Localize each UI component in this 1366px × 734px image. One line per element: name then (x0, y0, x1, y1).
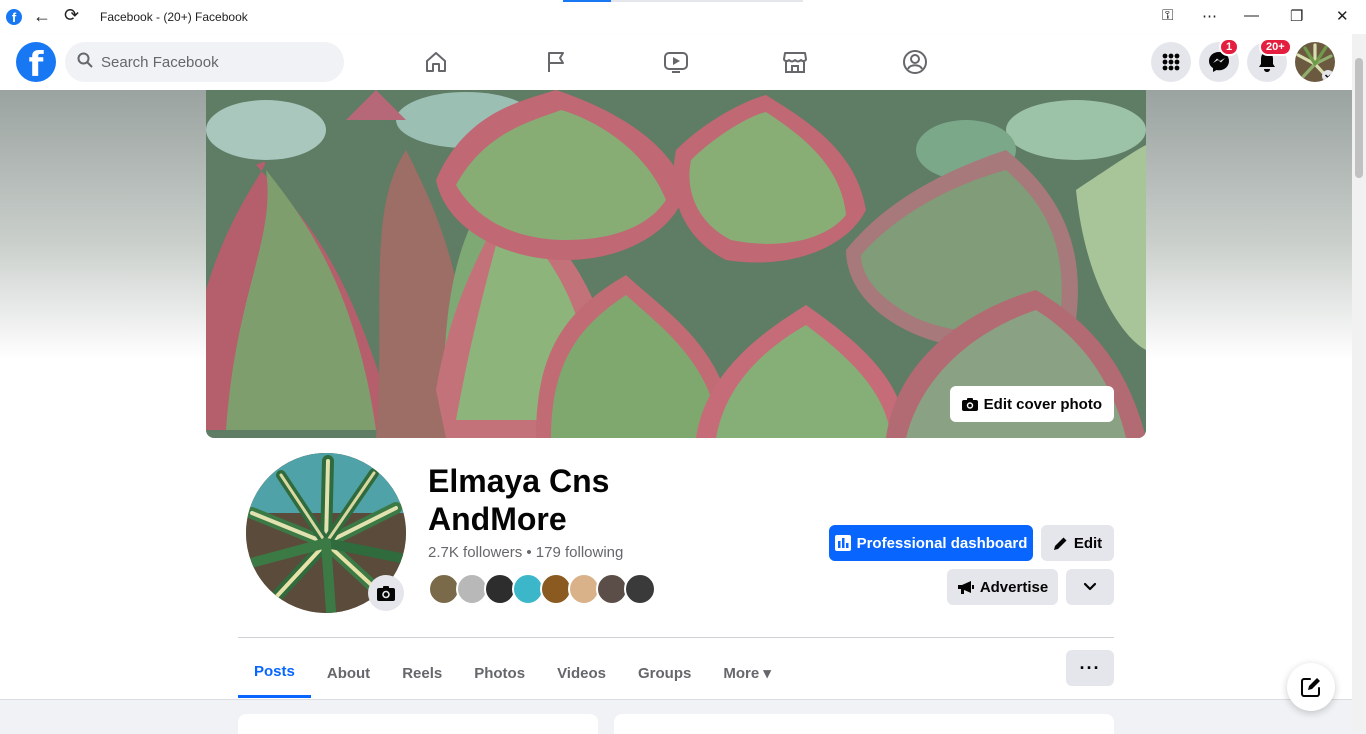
intro-card (238, 714, 598, 734)
update-profile-picture-button[interactable] (368, 575, 404, 611)
menu-grid-button[interactable] (1151, 42, 1191, 82)
notifications-button[interactable]: 20+ (1247, 38, 1292, 82)
advertise-button[interactable]: Advertise (947, 569, 1058, 605)
camera-icon (961, 398, 978, 411)
professional-dashboard-button[interactable]: Professional dashboard (829, 525, 1033, 561)
profile-name-line2: AndMore (428, 501, 567, 537)
tab-about[interactable]: About (311, 648, 386, 698)
edit-label: Edit (1073, 534, 1103, 552)
tab-posts[interactable]: Posts (238, 648, 311, 698)
tab-more[interactable]: More ▾ (707, 648, 787, 698)
close-icon[interactable]: ✕ (1336, 7, 1349, 25)
groups-icon[interactable] (901, 48, 929, 76)
more-horizontal-icon[interactable]: ⋯ (1202, 7, 1217, 25)
facebook-logo[interactable]: f (16, 42, 56, 85)
tab-videos[interactable]: Videos (541, 648, 622, 698)
chevron-down-icon (1083, 582, 1097, 591)
professional-dashboard-label: Professional dashboard (856, 534, 1028, 552)
grid-icon (1162, 53, 1180, 71)
flag-icon[interactable] (542, 48, 570, 76)
tab-groups[interactable]: Groups (622, 648, 707, 698)
page-scrollbar[interactable] (1352, 34, 1366, 731)
compose-icon (1301, 678, 1320, 697)
search-placeholder: Search Facebook (101, 53, 219, 71)
profile-tabs: Posts About Reels Photos Videos Groups More ▾ (238, 648, 787, 698)
scrollbar-thumb[interactable] (1355, 58, 1363, 178)
cover-photo[interactable]: Edit cover photo (206, 90, 1146, 438)
video-icon[interactable] (662, 48, 690, 76)
restore-icon[interactable]: ❐ (1290, 7, 1303, 25)
edit-profile-button[interactable]: Edit (1041, 525, 1114, 561)
search-icon (77, 52, 93, 72)
top-navigation-bar: f Search Facebook 1 20+ (0, 34, 1352, 90)
search-input[interactable]: Search Facebook (65, 42, 344, 82)
profile-divider (238, 637, 1114, 638)
back-arrow-icon[interactable]: ← (33, 6, 51, 27)
friend-avatar[interactable] (624, 573, 656, 605)
profile-name-line1: Elmaya Cns (428, 463, 610, 499)
loading-progress-bar (563, 0, 803, 2)
facebook-favicon-icon: f (6, 9, 22, 25)
messenger-badge: 1 (1219, 38, 1240, 56)
tab-photos[interactable]: Photos (458, 648, 541, 698)
marketplace-icon[interactable] (781, 48, 809, 76)
camera-icon (377, 586, 395, 601)
home-icon[interactable] (422, 48, 450, 76)
tab-reels[interactable]: Reels (386, 648, 458, 698)
edit-cover-photo-button[interactable]: Edit cover photo (949, 386, 1114, 422)
minimize-icon[interactable]: — (1244, 7, 1259, 24)
key-icon[interactable]: ⚿ (1162, 7, 1173, 24)
account-avatar[interactable] (1295, 42, 1335, 82)
follower-stats[interactable]: 2.7K followers • 179 following (428, 544, 623, 561)
friend-avatars (428, 573, 656, 605)
create-post-card (614, 714, 1114, 734)
new-message-button[interactable] (1287, 663, 1335, 711)
chart-icon (834, 535, 851, 551)
edit-cover-label: Edit cover photo (983, 395, 1102, 413)
pencil-icon (1053, 537, 1067, 550)
notifications-badge: 20+ (1259, 38, 1292, 56)
advertise-label: Advertise (979, 578, 1049, 596)
reload-icon[interactable]: ⟳ (64, 5, 79, 26)
megaphone-icon (957, 580, 974, 594)
profile-page: Edit cover photo Elmaya Cns AndMore 2.7K… (0, 90, 1352, 734)
profile-name: Elmaya Cns AndMore (428, 462, 688, 538)
more-options-dropdown-button[interactable] (1066, 569, 1114, 605)
tab-more-options-button[interactable]: ··· (1066, 650, 1114, 686)
browser-title-bar: f ← ⟳ Facebook - (20+) Facebook ⚿ ⋯ — ❐ … (0, 0, 1366, 34)
window-title: Facebook - (20+) Facebook (100, 10, 248, 24)
messenger-button[interactable]: 1 (1199, 38, 1240, 82)
